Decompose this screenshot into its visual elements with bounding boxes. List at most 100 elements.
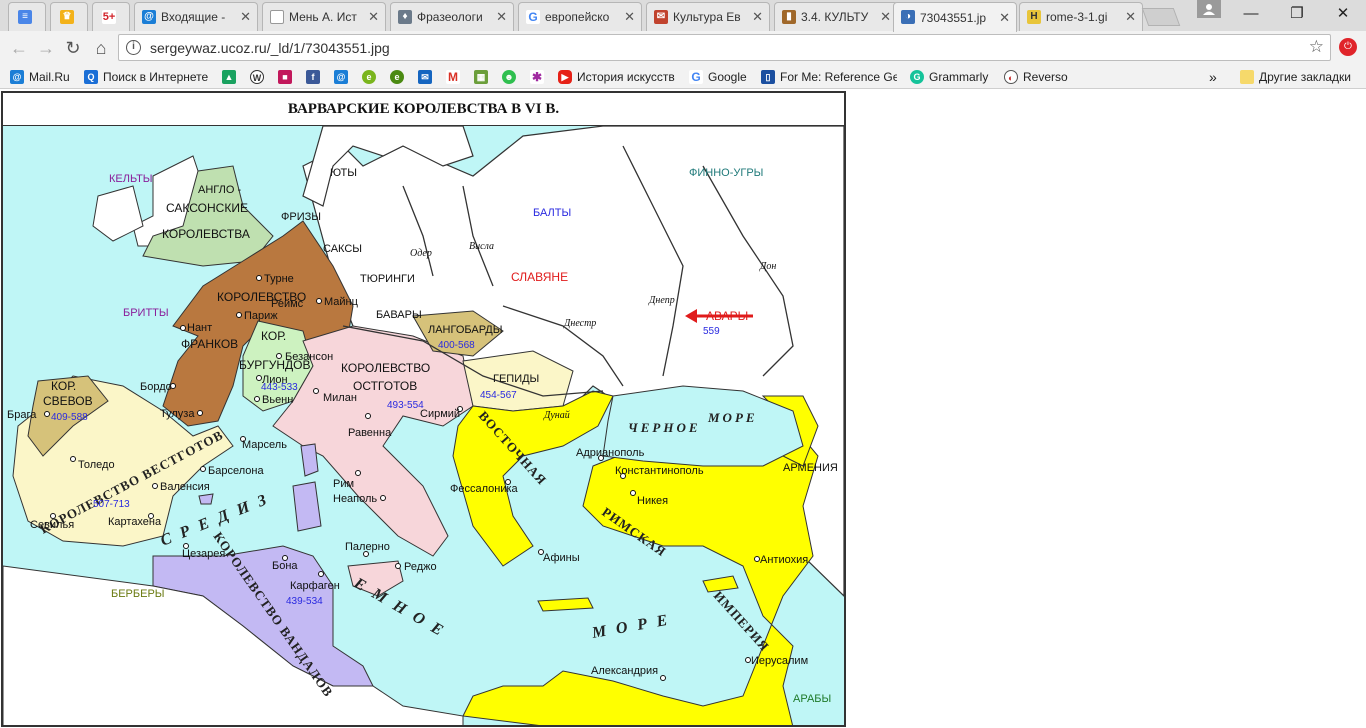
close-icon[interactable]: ✕	[1125, 9, 1136, 25]
url-text[interactable]: sergeywaz.ucoz.ru/_ld/1/73043551.jpg	[150, 40, 390, 56]
close-icon[interactable]: ✕	[368, 9, 379, 25]
bookmark-facebook[interactable]: f	[306, 68, 320, 85]
bookmark-frog[interactable]: ☻	[502, 68, 516, 85]
label-bezanson: Безансон	[285, 351, 333, 363]
label-rim: Рим	[333, 478, 354, 490]
label-barselona: Барселона	[208, 465, 264, 477]
bookmark-flag[interactable]: ■	[278, 68, 292, 85]
bookmark-minecraft[interactable]: ▦	[474, 68, 488, 85]
island-crete	[537, 597, 594, 612]
mailru-icon: @	[334, 69, 348, 84]
close-icon[interactable]: ✕	[496, 9, 507, 25]
city-marker	[256, 275, 262, 281]
label-ostgoth-dates: 493-554	[387, 400, 424, 411]
city-marker	[256, 375, 262, 381]
search-icon: Q	[84, 69, 98, 84]
tab-title: Мень А. Ист	[289, 10, 357, 24]
minimize-button[interactable]: —	[1228, 0, 1274, 29]
tab-google-docs[interactable]: ≡	[8, 2, 46, 31]
tab-culture[interactable]: ✉ Культура Ев ✕	[646, 2, 770, 31]
label-cezareya: Цезарея	[182, 548, 225, 560]
label-nikeya: Никея	[637, 495, 668, 507]
maximize-button[interactable]: ❐	[1274, 0, 1320, 29]
bookmark-grammarly[interactable]: G Grammarly	[910, 68, 988, 85]
close-window-button[interactable]: ✕	[1320, 0, 1366, 29]
label-karfagen: Карфаген	[290, 580, 340, 592]
bookmark-edge-2[interactable]: e	[390, 68, 404, 85]
document-icon	[270, 10, 284, 24]
close-icon[interactable]: ✕	[752, 9, 763, 25]
close-icon[interactable]: ✕	[999, 10, 1010, 26]
bookmark-search[interactable]: Q Поиск в Интернете	[84, 68, 208, 85]
bookmark-google[interactable]: G Google	[689, 68, 747, 85]
label-dniester: Днестр	[563, 318, 596, 329]
bookmark-bug[interactable]: ✱	[530, 68, 544, 85]
bug-icon: ✱	[530, 69, 544, 84]
city-marker	[200, 466, 206, 472]
tab-culture-34[interactable]: ▮ 3.4. КУЛЬТУ ✕	[774, 2, 898, 31]
label-balty: БАЛТЫ	[533, 207, 571, 219]
bookmark-icon: ▯	[761, 69, 775, 84]
tab-european[interactable]: G европейско ✕	[518, 2, 642, 31]
extension-icon[interactable]: ⏻	[1339, 38, 1357, 56]
user-icon	[1203, 4, 1215, 15]
tab-phraseology[interactable]: ♦ Фразеологи ✕	[390, 2, 514, 31]
youtube-icon: ▶	[558, 69, 572, 84]
bookmark-mailru[interactable]: @ Mail.Ru	[10, 68, 70, 85]
tab-men[interactable]: Мень А. Ист ✕	[262, 2, 386, 31]
bookmark-reference[interactable]: ▯ For Me: Reference Ge	[761, 68, 897, 85]
address-bar[interactable]: i sergeywaz.ucoz.ru/_ld/1/73043551.jpg ☆	[118, 34, 1331, 61]
forward-button[interactable]: →	[35, 37, 57, 59]
label-avar-dates: 559	[703, 326, 720, 337]
other-bookmarks[interactable]: Другие закладки	[1240, 68, 1351, 85]
bookmark-mailru-2[interactable]: @	[334, 68, 348, 85]
label-milan: Милан	[323, 392, 357, 404]
tab-crown[interactable]: ♛	[50, 2, 88, 31]
back-button[interactable]: ←	[8, 37, 30, 59]
city-marker	[152, 483, 158, 489]
label-lion: Лион	[262, 374, 288, 386]
wordpress-icon: W	[250, 69, 264, 84]
close-icon[interactable]: ✕	[240, 9, 251, 25]
bookmark-gmail[interactable]: M	[446, 68, 460, 85]
grammarly-icon: G	[910, 69, 924, 84]
bookmarks-overflow-button[interactable]: »	[1209, 68, 1217, 85]
label-berbery: БЕРБЕРЫ	[111, 588, 165, 600]
label-nant: Нант	[187, 322, 212, 334]
reload-button[interactable]: ↻	[62, 37, 84, 59]
label-ravenna: Равенна	[348, 427, 392, 439]
label-turne: Турне	[264, 273, 294, 285]
home-button[interactable]: ⌂	[90, 37, 112, 59]
bookmark-label: Grammarly	[929, 69, 989, 84]
page-content: ВАРВАРСКИЕ КОРОЛЕВСТВА В VI В. КЕЛЬТЫ ЮТ…	[0, 89, 1366, 728]
bookmark-art-history[interactable]: ▶ История искусств	[558, 68, 675, 85]
tab-five-plus[interactable]: 5+	[92, 2, 130, 31]
profile-button[interactable]	[1197, 0, 1221, 18]
label-dnieper: Днепр	[648, 295, 675, 306]
bookmark-drive[interactable]: ▲	[222, 68, 236, 85]
label-bordo: Бордо	[140, 381, 172, 393]
bookmark-mail[interactable]: ✉	[418, 68, 432, 85]
label-parizh: Париж	[244, 310, 278, 322]
label-bona: Бона	[272, 560, 298, 572]
tab-rome[interactable]: H rome-3-1.gi ✕	[1019, 2, 1143, 31]
label-konstantinopol: Константинополь	[615, 465, 704, 477]
label-oder: Одер	[410, 248, 432, 259]
google-docs-icon: ≡	[18, 10, 32, 24]
bookmark-label: Другие закладки	[1259, 69, 1351, 84]
new-tab-button[interactable]	[1141, 8, 1181, 26]
city-marker	[313, 388, 319, 394]
close-icon[interactable]: ✕	[880, 9, 891, 25]
close-icon[interactable]: ✕	[624, 9, 635, 25]
label-burgund-1: КОР.	[261, 329, 286, 343]
tab-active-image[interactable]: ◑ 73043551.jp ✕	[893, 2, 1017, 32]
info-icon[interactable]: i	[126, 40, 141, 55]
label-armeniya: АРМЕНИЯ	[783, 462, 838, 474]
bookmark-wordpress[interactable]: W	[250, 68, 264, 85]
bookmark-reverso[interactable]: ◐ Reverso	[1004, 68, 1068, 85]
label-visigoth-dates: 507-713	[93, 499, 130, 510]
flag-icon: ■	[278, 69, 292, 84]
bookmark-edge[interactable]: e	[362, 68, 376, 85]
tab-inbox[interactable]: @ Входящие - ✕	[134, 2, 258, 31]
star-icon[interactable]: ☆	[1309, 37, 1324, 57]
